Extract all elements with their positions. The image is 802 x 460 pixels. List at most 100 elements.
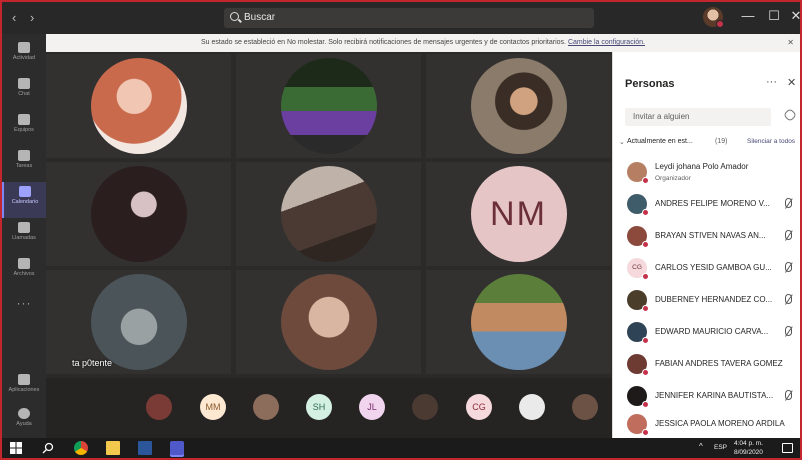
maximize-button[interactable]: ☐ xyxy=(764,8,784,24)
video-tile[interactable] xyxy=(46,162,231,266)
rail-item-assignments[interactable]: Tareas xyxy=(2,146,46,182)
video-tile[interactable] xyxy=(426,270,611,374)
participant-video xyxy=(280,58,377,154)
rail-item-label: Llamadas xyxy=(12,235,36,241)
participant-initials: NM xyxy=(470,166,567,262)
participant-video xyxy=(90,274,187,370)
mic-muted-icon[interactable] xyxy=(785,390,792,400)
participant-row[interactable]: CG CARLOS YESID GAMBOA GU... xyxy=(613,252,800,284)
video-tile[interactable] xyxy=(236,54,421,158)
clock-date: 8/09/2020 xyxy=(734,449,763,456)
participant-row[interactable]: DUBERNEY HERNANDEZ CO... xyxy=(613,284,800,316)
mic-muted-icon[interactable] xyxy=(785,294,792,304)
strip-avatar[interactable] xyxy=(146,394,172,420)
rail-item-label: Chat xyxy=(18,91,30,97)
strip-avatar[interactable] xyxy=(253,394,279,420)
close-panel-icon[interactable]: ✕ xyxy=(787,76,796,89)
mic-muted-icon[interactable] xyxy=(785,326,792,336)
chrome-icon[interactable] xyxy=(74,441,88,455)
word-icon[interactable] xyxy=(138,441,152,455)
participant-video xyxy=(280,166,377,262)
video-tile[interactable]: NM xyxy=(426,162,611,266)
rail-item-help[interactable]: Ayuda xyxy=(2,404,46,440)
participant-name: ta p0tente xyxy=(72,358,113,368)
search-input[interactable]: Buscar xyxy=(224,8,594,28)
close-banner-icon[interactable]: ✕ xyxy=(787,34,794,52)
tray-expand-icon[interactable]: ^ xyxy=(699,442,703,451)
profile-avatar[interactable] xyxy=(703,7,724,28)
participant-name: Leydi johana Polo Amador xyxy=(655,162,749,171)
participant-strip: MM SH JL CG xyxy=(46,378,612,438)
rail-item-activity[interactable]: Actividad xyxy=(2,38,46,74)
strip-avatar[interactable] xyxy=(572,394,598,420)
mute-all-link[interactable]: Silenciar a todos xyxy=(747,138,795,145)
notifications-icon[interactable] xyxy=(782,443,793,453)
rail-item-calls[interactable]: Llamadas xyxy=(2,218,46,254)
participant-row[interactable]: Leydi johana Polo Amador Organizador xyxy=(613,156,800,188)
rail-item-label: Archivos xyxy=(13,271,35,277)
rail-item-teams[interactable]: Equipos xyxy=(2,110,46,146)
participant-name: BRAYAN STIVEN NAVAS AN... xyxy=(655,231,766,240)
title-bar: ‹ › Buscar — ☐ ✕ xyxy=(2,2,800,34)
rail-item-chat[interactable]: Chat xyxy=(2,74,46,110)
mic-muted-icon[interactable] xyxy=(785,262,792,272)
dnd-status-icon xyxy=(642,429,649,436)
participant-row[interactable]: BRAYAN STIVEN NAVAS AN... xyxy=(613,220,800,252)
back-icon[interactable]: ‹ xyxy=(12,10,16,25)
video-tile[interactable]: ta p0tente xyxy=(46,270,231,374)
rail-item-calendar[interactable]: Calendario xyxy=(2,182,46,218)
video-tile[interactable] xyxy=(46,54,231,158)
windows-start-icon[interactable] xyxy=(10,441,24,455)
strip-avatar[interactable]: SH xyxy=(306,394,332,420)
video-tile[interactable] xyxy=(236,270,421,374)
invite-input[interactable]: Invitar a alguien xyxy=(625,108,771,126)
dnd-status-icon xyxy=(642,369,649,376)
teams-taskbar-icon[interactable] xyxy=(170,441,184,455)
dnd-notice-banner: Su estado se estableció en No molestar. … xyxy=(46,34,800,52)
participant-role: Organizador xyxy=(655,175,691,182)
avatar xyxy=(627,290,649,312)
strip-avatar[interactable]: JL xyxy=(359,394,385,420)
windows-taskbar: ^ ESP 4:04 p. m. 8/09/2020 xyxy=(2,438,800,458)
minimize-button[interactable]: — xyxy=(738,8,758,23)
rail-item-label: Aplicaciones xyxy=(8,387,40,393)
participant-name: JESSICA PAOLA MORENO ARDILA xyxy=(655,419,785,428)
strip-avatar[interactable] xyxy=(519,394,545,420)
avatar-initials: CG xyxy=(632,264,642,271)
avatar xyxy=(627,162,649,184)
link-icon[interactable] xyxy=(782,107,798,123)
participant-row[interactable]: EDWARD MAURICIO CARVA... xyxy=(613,316,800,348)
banner-text: Su estado se estableció en No molestar. … xyxy=(201,39,566,46)
more-apps-button[interactable]: ··· xyxy=(2,296,46,310)
change-settings-link[interactable]: Cambie la configuración. xyxy=(568,39,645,46)
participant-video xyxy=(470,274,567,370)
strip-avatar[interactable]: CG xyxy=(466,394,492,420)
calendar-icon xyxy=(19,186,31,197)
mic-muted-icon[interactable] xyxy=(785,198,792,208)
mic-muted-icon[interactable] xyxy=(785,230,792,240)
rail-item-files[interactable]: Archivos xyxy=(2,254,46,290)
avatar xyxy=(627,322,649,344)
rail-item-label: Calendario xyxy=(11,199,39,205)
avatar xyxy=(627,194,649,216)
participant-row[interactable]: FABIAN ANDRES TAVERA GOMEZ xyxy=(613,348,800,380)
strip-avatar[interactable] xyxy=(412,394,438,420)
video-tile[interactable] xyxy=(236,162,421,266)
forward-icon[interactable]: › xyxy=(30,10,34,25)
clock[interactable]: 4:04 p. m. 8/09/2020 xyxy=(734,439,763,457)
app-rail: Actividad Chat Equipos Tareas Calendario… xyxy=(2,34,46,438)
rail-item-apps[interactable]: Aplicaciones xyxy=(2,370,46,406)
close-window-button[interactable]: ✕ xyxy=(786,8,800,24)
participant-name: DUBERNEY HERNANDEZ CO... xyxy=(655,295,773,304)
participant-row[interactable]: JESSICA PAOLA MORENO ARDILA xyxy=(613,408,800,440)
teams-icon xyxy=(18,114,30,125)
file-explorer-icon[interactable] xyxy=(106,441,120,455)
language-indicator[interactable]: ESP xyxy=(714,444,727,451)
rail-item-label: Tareas xyxy=(15,163,33,169)
rail-item-label: Equipos xyxy=(14,127,34,133)
strip-avatar[interactable]: MM xyxy=(200,394,226,420)
video-tile[interactable] xyxy=(426,54,611,158)
search-icon[interactable] xyxy=(42,441,56,455)
participant-row[interactable]: ANDRES FELIPE MORENO V... xyxy=(613,188,800,220)
more-options-icon[interactable]: ··· xyxy=(766,76,777,88)
